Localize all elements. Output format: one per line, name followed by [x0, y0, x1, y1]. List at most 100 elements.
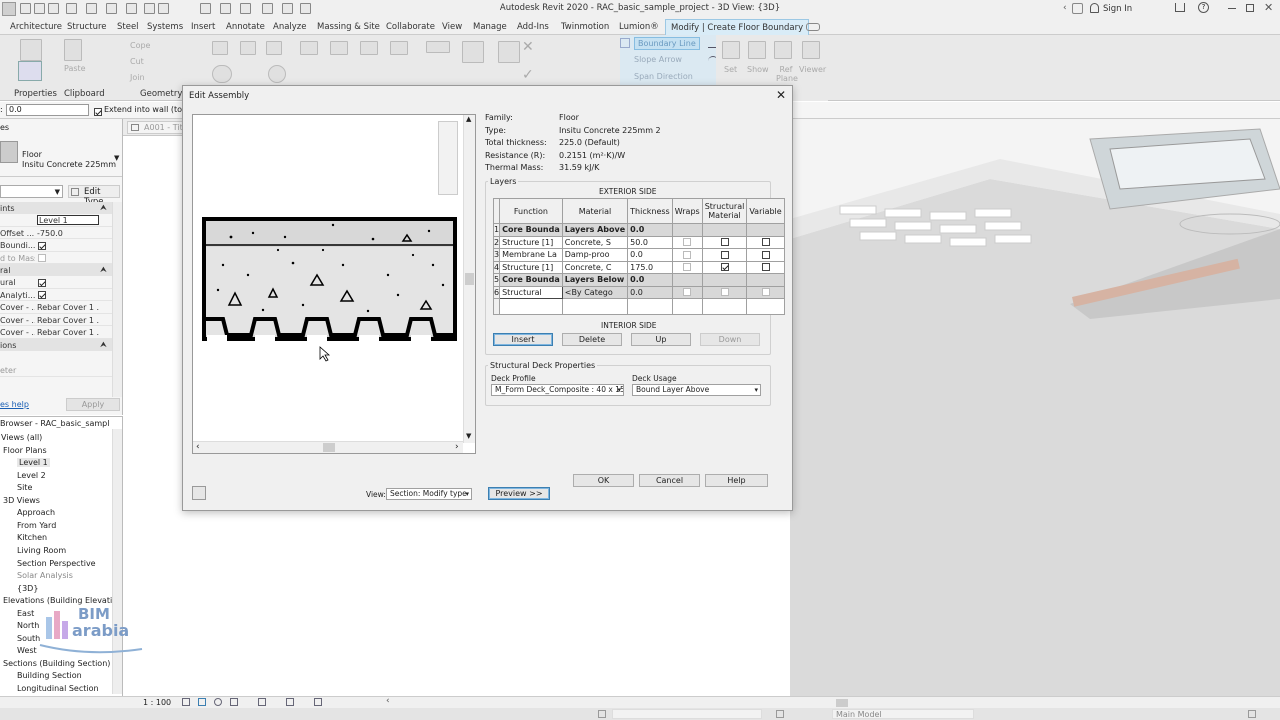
mode-icon[interactable] [498, 41, 520, 63]
structural-checkbox[interactable] [38, 278, 46, 287]
set-label[interactable]: Set [724, 65, 737, 74]
prop-value[interactable]: Level 1 [37, 215, 99, 225]
layer-material[interactable]: Layers Above [561, 223, 629, 237]
browser-tree-item[interactable]: 3D Views [3, 496, 40, 505]
view-select[interactable]: Section: Modify type ▾ [386, 488, 472, 500]
trim-icon[interactable] [360, 41, 378, 55]
scroll-right-icon[interactable]: › [455, 442, 459, 452]
delete-button[interactable]: Delete [562, 333, 622, 346]
crop-view-icon[interactable] [258, 698, 266, 706]
detail-level-icon[interactable] [182, 698, 190, 706]
deck-usage-select[interactable]: Bound Layer Above ▾ [632, 384, 761, 396]
join-button[interactable]: Join [130, 73, 145, 82]
instance-filter[interactable]: ▼ [0, 185, 63, 198]
tab-structure[interactable]: Structure [67, 22, 107, 32]
col-function[interactable]: Function [499, 198, 563, 224]
layer-function[interactable]: Membrane La [499, 248, 563, 262]
browser-tree-item[interactable]: West [17, 646, 37, 655]
minimize-icon[interactable] [1228, 8, 1236, 9]
prop-row[interactable]: Level 1 [0, 214, 112, 227]
maximize-icon[interactable] [1246, 4, 1254, 12]
prop-value[interactable]: Rebar Cover 1 ... [37, 328, 99, 337]
browser-tree-item[interactable]: Site [17, 483, 32, 492]
layer-thickness[interactable]: 175.0 [627, 260, 673, 274]
browser-tree-item[interactable]: Kitchen [17, 533, 47, 542]
layer-function[interactable]: Core Bounda [499, 273, 563, 287]
layer-function[interactable]: Core Bounda [499, 223, 563, 237]
layer-function[interactable]: Structure [1] [499, 235, 563, 249]
prop-row[interactable]: Offset ... -750.0 [0, 227, 112, 239]
workset-dropdown[interactable] [612, 709, 762, 719]
extend-into-wall-checkbox[interactable] [94, 107, 102, 116]
scroll-thumb-v[interactable] [465, 273, 474, 285]
prop-row[interactable]: Boundi... [0, 239, 112, 252]
edit-type-button[interactable]: Edit Type [68, 185, 120, 207]
prop-row[interactable]: Cover - ...Rebar Cover 1 ... [0, 314, 112, 326]
layer-thickness[interactable]: 0.0 [627, 273, 673, 287]
properties-scrollbar[interactable] [112, 202, 122, 397]
col-wraps[interactable]: Wraps [671, 198, 703, 224]
sheet-tab[interactable]: A001 - Tit [127, 121, 187, 134]
scroll-up-icon[interactable]: ▲ [466, 115, 471, 123]
browser-tree-item[interactable]: Approach [17, 508, 55, 517]
paste-button[interactable]: Paste [64, 64, 86, 73]
layer-function[interactable]: Structural [499, 285, 563, 299]
tab-twinmotion[interactable]: Twinmotion [561, 22, 609, 32]
span-direction-button[interactable]: Span Direction [634, 72, 693, 81]
col-structural-material[interactable]: Structural Material [701, 198, 748, 224]
scroll-down-icon[interactable]: ▼ [466, 432, 471, 440]
3d-view-canvas[interactable] [790, 119, 1280, 699]
layer-material[interactable]: Damp-proo [561, 248, 629, 262]
ref-plane-icon[interactable] [774, 41, 792, 59]
browser-tree-item[interactable]: Solar Analysis [17, 571, 73, 580]
browser-tree-item[interactable]: Floor Plans [3, 446, 47, 455]
scroll-thumb-h[interactable] [323, 443, 335, 452]
view-scale[interactable]: 1 : 100 [143, 698, 171, 707]
main-model-dropdown[interactable]: Main Model [832, 709, 974, 719]
workset-icon[interactable] [598, 710, 606, 718]
finish-edit-icon[interactable]: ✕ [522, 39, 540, 57]
layer-row[interactable]: 4 Structure [1] Concrete, C 175.0 [492, 260, 785, 274]
array-icon[interactable] [300, 41, 318, 55]
cut-button[interactable]: Cut [130, 57, 144, 66]
browser-tree-item[interactable]: Living Room [17, 546, 66, 555]
browser-tree-item[interactable]: Views (all) [1, 433, 42, 442]
deck-profile-select[interactable]: M_Form Deck_Composite : 40 x 15 ▾ [491, 384, 624, 396]
create-icon[interactable] [462, 41, 484, 63]
zoom-steering-wheel-icon[interactable] [438, 121, 458, 195]
layer-thickness[interactable]: 0.0 [627, 248, 673, 262]
tab-annotate[interactable]: Annotate [226, 22, 265, 32]
prop-row[interactable]: Analyti... [0, 289, 112, 301]
layer-row[interactable]: 6 Structural <By Catego 0.0 [492, 285, 785, 299]
show-label[interactable]: Show [747, 65, 769, 74]
tab-massing-site[interactable]: Massing & Site [317, 22, 380, 32]
filter-icon[interactable] [1248, 710, 1256, 718]
browser-tree-item[interactable]: From Yard [17, 521, 56, 530]
type-dropdown-icon[interactable]: ▼ [114, 154, 119, 162]
layer-thickness[interactable]: 0.0 [627, 223, 673, 237]
restore-preview-icon[interactable] [192, 486, 206, 500]
prop-row[interactable]: Cover - ...Rebar Cover 1 ... [0, 326, 112, 339]
properties-icon[interactable] [18, 61, 42, 81]
insert-button[interactable]: Insert [493, 333, 553, 346]
room-bounding-checkbox[interactable] [38, 241, 46, 250]
boundary-line-label[interactable]: Boundary Line [634, 37, 700, 50]
offset-icon[interactable] [240, 41, 256, 55]
sign-in-link[interactable]: Sign In [1103, 4, 1132, 14]
collapse-icon[interactable]: ⮝ [100, 340, 107, 350]
structural-material-checkbox[interactable] [720, 250, 729, 259]
reveal-hidden-icon[interactable] [314, 698, 322, 706]
slope-arrow-button[interactable]: Slope Arrow [634, 55, 682, 64]
variable-checkbox[interactable] [761, 250, 770, 259]
browser-tree-item[interactable]: Sections (Building Section) [3, 659, 110, 668]
offset-input[interactable]: 0.0 [6, 104, 89, 116]
browser-tree-item[interactable]: Building Section [17, 671, 82, 680]
sun-path-icon[interactable] [214, 698, 222, 706]
prop-row[interactable]: Cover - ...Rebar Cover 1 ... [0, 301, 112, 314]
layer-row[interactable]: 2 Structure [1] Concrete, S 50.0 [492, 235, 785, 249]
tab-lumion[interactable]: Lumion® [619, 22, 659, 32]
prop-value[interactable]: Rebar Cover 1 ... [37, 303, 99, 312]
help-button[interactable]: Help [705, 474, 768, 487]
collapse-icon[interactable]: ⮝ [100, 203, 107, 213]
visual-style-icon[interactable] [198, 698, 206, 706]
